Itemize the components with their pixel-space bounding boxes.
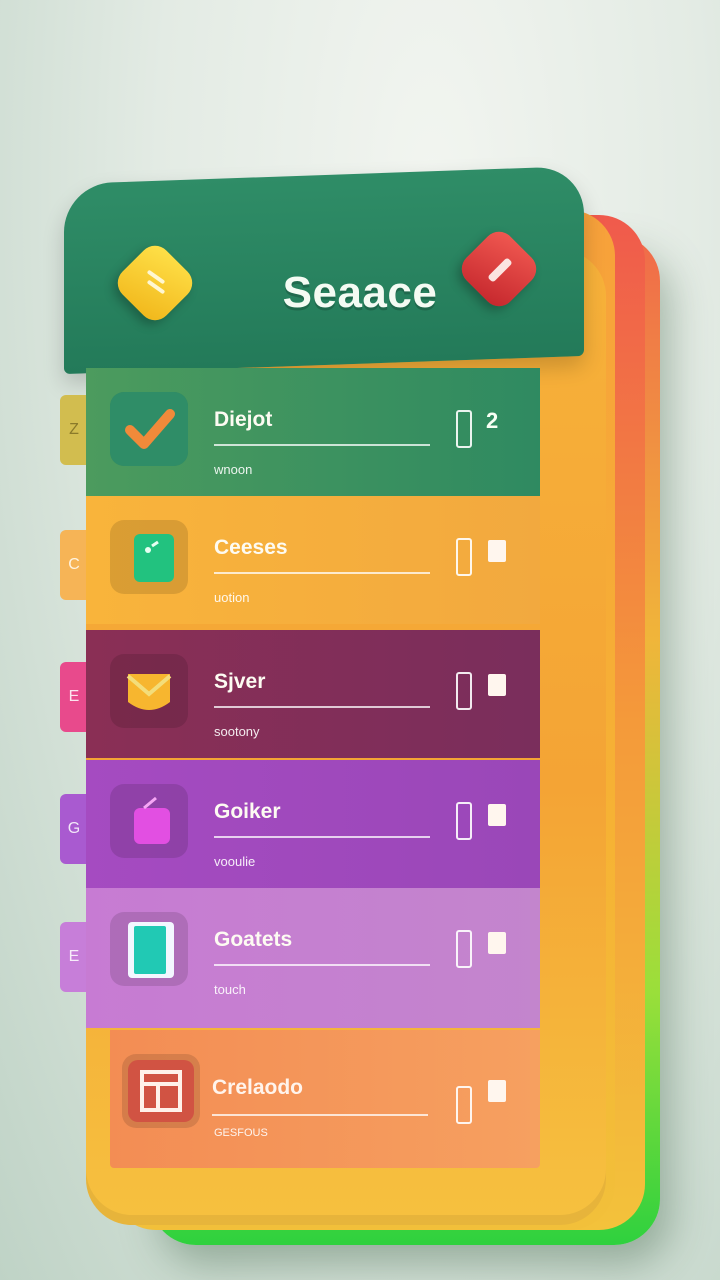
- phone-icon[interactable]: [456, 538, 472, 576]
- divider: [212, 1114, 428, 1116]
- phone-icon[interactable]: [456, 930, 472, 968]
- phone-icon[interactable]: [456, 802, 472, 840]
- list-item-title: Goiker: [214, 800, 281, 823]
- edit-icon-button[interactable]: [455, 225, 543, 313]
- phone-icon[interactable]: [456, 410, 472, 448]
- list-item-title: Diejot: [214, 408, 273, 431]
- divider: [214, 572, 430, 574]
- list-item-subtitle: touch: [214, 982, 246, 997]
- app-title: Seaace: [282, 268, 438, 317]
- bag-icon: [110, 784, 188, 858]
- divider: [214, 836, 430, 838]
- note-icon[interactable]: [488, 932, 506, 954]
- side-tab[interactable]: E: [60, 922, 88, 992]
- note-icon[interactable]: [488, 804, 506, 826]
- box-icon: [122, 1054, 200, 1128]
- square-app-icon: [110, 520, 188, 594]
- list-item-title: Ceeses: [214, 536, 288, 559]
- side-tab[interactable]: G: [60, 794, 88, 864]
- divider: [214, 444, 430, 446]
- side-tab[interactable]: C: [60, 530, 88, 600]
- list-item-subtitle: vooulie: [214, 854, 256, 869]
- notes-icon: [124, 252, 186, 314]
- divider: [214, 706, 430, 708]
- phone-icon[interactable]: [456, 672, 472, 710]
- note-icon[interactable]: [488, 674, 506, 696]
- count-badge: 2: [486, 408, 499, 433]
- side-tab[interactable]: E: [60, 662, 88, 732]
- note-icon[interactable]: [488, 1080, 506, 1102]
- side-tab[interactable]: Z: [60, 395, 88, 465]
- edit-icon: [468, 238, 530, 300]
- list-item-title: Sjver: [214, 670, 266, 693]
- shield-icon: [110, 654, 188, 728]
- list-item-subtitle: GESFOUS: [214, 1127, 268, 1139]
- note-icon[interactable]: [488, 540, 506, 562]
- list-item-subtitle: uotion: [214, 590, 250, 605]
- list-item[interactable]: Crelaodo GESFOUS: [110, 1030, 540, 1168]
- list-item-subtitle: wnoon: [214, 462, 253, 477]
- tablet-icon: [110, 912, 188, 986]
- notes-icon-button[interactable]: [111, 239, 199, 327]
- list-item[interactable]: Diejot wnoon 2: [86, 368, 540, 496]
- divider: [214, 964, 430, 966]
- checkmark-icon: [110, 392, 188, 466]
- list-item[interactable]: Goatets touch: [86, 888, 540, 1028]
- list-item-subtitle: sootony: [214, 724, 260, 739]
- list-item-title: Crelaodo: [212, 1076, 304, 1099]
- list-item[interactable]: Sjver sootony: [86, 630, 540, 758]
- phone-icon[interactable]: [456, 1086, 472, 1124]
- list-item-title: Goatets: [214, 928, 293, 951]
- list-item[interactable]: Ceeses uotion: [86, 496, 540, 624]
- list-item[interactable]: Goiker vooulie: [86, 760, 540, 888]
